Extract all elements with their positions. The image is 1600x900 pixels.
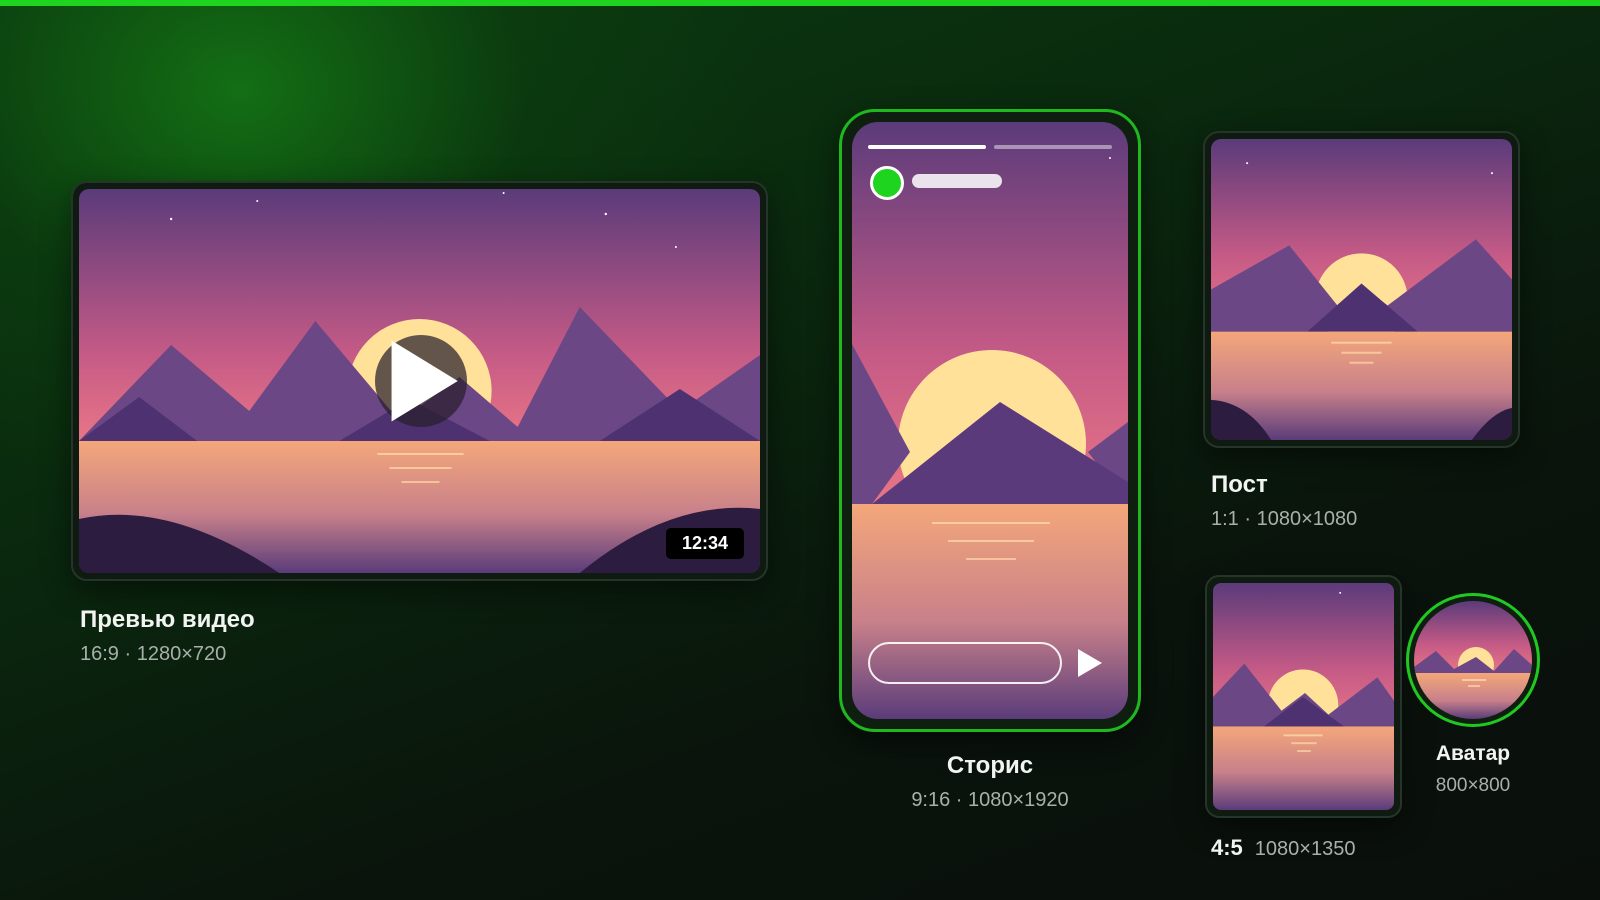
avatar-landscape-illustration	[1414, 601, 1532, 719]
duration-badge: 12:34	[665, 528, 744, 559]
story-spec: 9:16 · 1080×1920	[911, 789, 1069, 811]
send-icon	[1078, 649, 1102, 677]
portrait-ratio: 4:5	[1211, 835, 1243, 860]
story-progress-segment-2	[994, 145, 1112, 149]
avatar-spec: 800×800	[1435, 775, 1511, 796]
post-preview-card[interactable]	[1203, 131, 1520, 448]
post-landscape-illustration	[1211, 139, 1512, 440]
portrait-thumbnail	[1213, 583, 1394, 810]
top-accent-bar	[0, 0, 1600, 6]
story-send-button[interactable]	[1074, 646, 1104, 680]
story-progress-bar	[868, 145, 1112, 149]
story-screen	[852, 122, 1128, 719]
post-spec: 1:1 · 1080×1080	[1211, 508, 1358, 530]
story-title: Сторис	[946, 752, 1034, 779]
story-avatar[interactable]	[870, 166, 904, 200]
video-preview-card[interactable]: 12:34	[71, 181, 768, 581]
avatar-preview-card[interactable]	[1406, 593, 1540, 727]
portrait-spec: 1080×1350	[1254, 838, 1356, 860]
story-progress-segment-1	[868, 145, 986, 149]
avatar-thumbnail	[1414, 601, 1532, 719]
avatar-title: Аватар	[1435, 742, 1511, 765]
play-button[interactable]	[375, 335, 467, 427]
play-icon	[391, 340, 458, 422]
video-thumbnail: 12:34	[79, 189, 760, 573]
post-thumbnail	[1211, 139, 1512, 440]
story-preview-card[interactable]	[839, 109, 1141, 732]
portrait-preview-card[interactable]	[1205, 575, 1402, 818]
video-spec: 16:9 · 1280×720	[80, 643, 227, 665]
portrait-label: 4:5 1080×1350	[1211, 835, 1355, 861]
post-title: Пост	[1211, 471, 1268, 498]
portrait-landscape-illustration	[1213, 583, 1394, 810]
story-landscape-illustration	[852, 122, 1128, 719]
story-username-placeholder	[912, 174, 1002, 188]
story-reply-input[interactable]	[868, 642, 1062, 684]
video-title: Превью видео	[80, 606, 255, 633]
